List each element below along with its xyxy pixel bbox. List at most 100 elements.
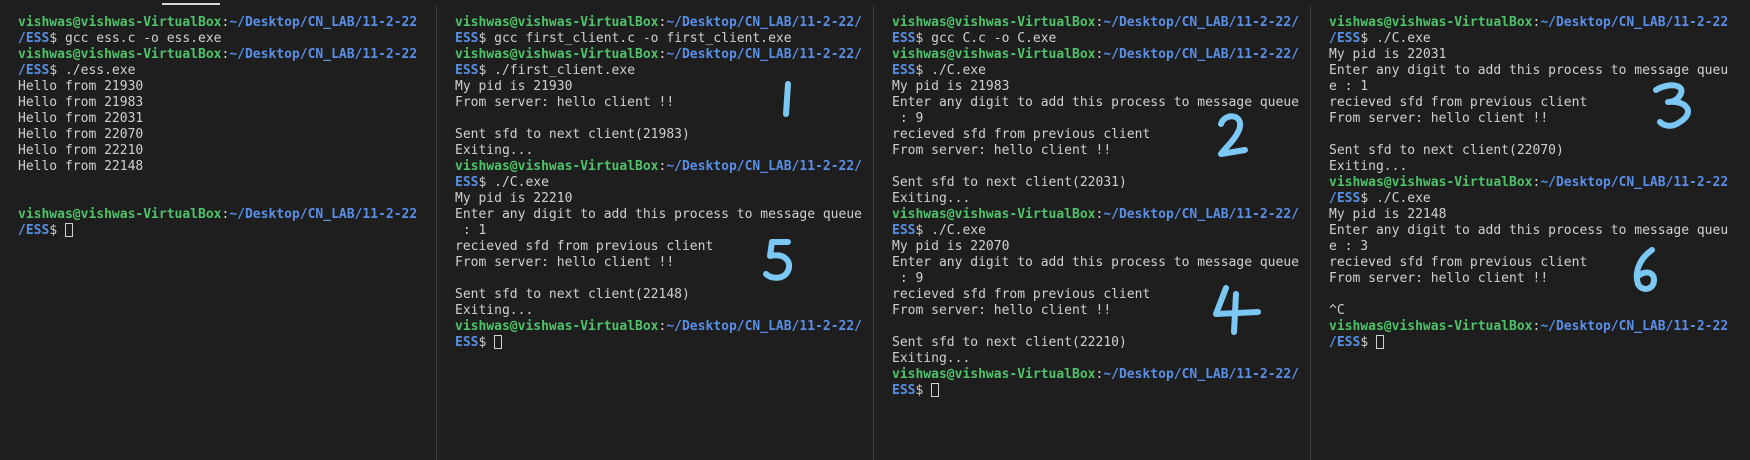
terminal-pane-client-2[interactable]: vishwas@vishwas-VirtualBox:~/Desktop/CN_… <box>874 5 1310 460</box>
command-text: $ ./C.exe <box>478 175 549 190</box>
output-text: Enter any digit to add this process to m… <box>1329 223 1729 238</box>
output-line: Sent sfd to next client(22148) <box>455 287 873 303</box>
output-text: Exiting... <box>455 143 534 158</box>
prompt-user: vishwas@vishwas-VirtualBox <box>455 47 659 62</box>
output-line: From server: hello client !! <box>455 95 873 111</box>
output-text: Sent sfd to next client(22148) <box>455 287 690 302</box>
command-text: $ <box>478 335 495 350</box>
output-text: Enter any digit to add this process to m… <box>455 207 862 222</box>
output-line: From server: hello client !! <box>455 255 873 271</box>
output-line: Exiting... <box>1329 159 1750 175</box>
prompt-path-continuation: ESS <box>892 223 916 238</box>
output-line: Exiting... <box>455 303 873 319</box>
terminal-cursor[interactable] <box>1375 335 1384 349</box>
command-line: ESS$ ./first_client.exe <box>455 63 873 79</box>
prompt-line: vishwas@vishwas-VirtualBox:~/Desktop/CN_… <box>1329 175 1750 191</box>
output-text: My pid is 22070 <box>892 239 1010 254</box>
terminal-cursor[interactable] <box>64 223 73 237</box>
terminal-pane-server[interactable]: vishwas@vishwas-VirtualBox:~/Desktop/CN_… <box>0 5 436 460</box>
terminal-cursor[interactable] <box>931 383 940 397</box>
command-text: $ gcc C.c -o C.exe <box>915 31 1057 46</box>
pane-divider[interactable] <box>873 5 874 460</box>
prompt-path: ~/Desktop/CN_LAB/11-2-22 <box>229 47 418 62</box>
output-text: Enter any digit to add this process to m… <box>892 95 1299 110</box>
prompt-path-continuation: ESS <box>892 31 916 46</box>
output-line: recieved sfd from previous client <box>455 239 873 255</box>
output-line: Hello from 21930 <box>18 79 436 95</box>
prompt-path-continuation: /ESS <box>1329 335 1361 350</box>
command-text: $ <box>915 383 932 398</box>
output-line: My pid is 22148 <box>1329 207 1750 223</box>
prompt-path: ~/Desktop/CN_LAB/11-2-22/ <box>1103 15 1299 30</box>
command-text: $ ./C.exe <box>1360 191 1431 206</box>
output-text: Sent sfd to next client(21983) <box>455 127 690 142</box>
prompt-line: vishwas@vishwas-VirtualBox:~/Desktop/CN_… <box>18 15 436 31</box>
prompt-path-continuation: ESS <box>455 63 479 78</box>
output-text: Sent sfd to next client(22070) <box>1329 143 1564 158</box>
command-line: ESS$ ./C.exe <box>892 223 1310 239</box>
output-line: Hello from 21983 <box>18 95 436 111</box>
output-text: Enter any digit to add this process to m… <box>1329 63 1729 78</box>
pane-divider[interactable] <box>1310 5 1311 460</box>
terminal-cursor[interactable] <box>494 335 503 349</box>
command-line: ESS$ gcc first_client.c -o first_client.… <box>455 31 873 47</box>
output-text: Exiting... <box>892 351 971 366</box>
prompt-path-continuation: /ESS <box>1329 31 1361 46</box>
output-text: From server: hello client !! <box>455 95 675 110</box>
output-text: Hello from 22210 <box>18 143 144 158</box>
prompt-path: ~/Desktop/CN_LAB/11-2-22 <box>229 15 418 30</box>
annotation-number-6 <box>1633 247 1657 292</box>
output-text: ^C <box>1329 303 1345 318</box>
output-text: Exiting... <box>892 191 971 206</box>
prompt-user: vishwas@vishwas-VirtualBox <box>1329 319 1533 334</box>
prompt-line: vishwas@vishwas-VirtualBox:~/Desktop/CN_… <box>1329 319 1750 335</box>
output-text: recieved sfd from previous client <box>1329 255 1588 270</box>
output-text: My pid is 22148 <box>1329 207 1447 222</box>
output-line: My pid is 22070 <box>892 239 1310 255</box>
pane-divider[interactable] <box>436 5 437 460</box>
terminal-pane-client-3[interactable]: vishwas@vishwas-VirtualBox:~/Desktop/CN_… <box>1311 5 1750 460</box>
output-text: recieved sfd from previous client <box>1329 95 1588 110</box>
prompt-path: ~/Desktop/CN_LAB/11-2-22 <box>1540 175 1729 190</box>
output-line: Sent sfd to next client(22031) <box>892 175 1310 191</box>
output-text: : 9 <box>892 271 924 286</box>
annotation-number-5 <box>763 239 793 281</box>
prompt-path-continuation: /ESS <box>18 31 50 46</box>
prompt-path-continuation: /ESS <box>1329 191 1361 206</box>
output-text: My pid is 22210 <box>455 191 573 206</box>
command-line: /ESS$ ./ess.exe <box>18 63 436 79</box>
output-line: Sent sfd to next client(21983) <box>455 127 873 143</box>
prompt-user: vishwas@vishwas-VirtualBox <box>1329 175 1533 190</box>
prompt-path: ~/Desktop/CN_LAB/11-2-22 <box>1540 319 1729 334</box>
command-line: /ESS$ <box>18 223 436 239</box>
terminal-pane-client-1[interactable]: vishwas@vishwas-VirtualBox:~/Desktop/CN_… <box>437 5 873 460</box>
output-text: Hello from 21983 <box>18 95 144 110</box>
prompt-path-continuation: ESS <box>892 63 916 78</box>
prompt-user: vishwas@vishwas-VirtualBox <box>18 47 222 62</box>
output-line: Sent sfd to next client(22210) <box>892 335 1310 351</box>
prompt-user: vishwas@vishwas-VirtualBox <box>892 47 1096 62</box>
command-line: /ESS$ ./C.exe <box>1329 31 1750 47</box>
prompt-line: vishwas@vishwas-VirtualBox:~/Desktop/CN_… <box>892 15 1310 31</box>
command-line: ESS$ ./C.exe <box>892 63 1310 79</box>
output-line: : 1 <box>455 223 873 239</box>
output-text: Sent sfd to next client(22031) <box>892 175 1127 190</box>
command-line: ESS$ gcc C.c -o C.exe <box>892 31 1310 47</box>
prompt-path: ~/Desktop/CN_LAB/11-2-22/ <box>666 15 862 30</box>
command-line: /ESS$ <box>1329 335 1750 351</box>
prompt-path: ~/Desktop/CN_LAB/11-2-22/ <box>666 159 862 174</box>
prompt-path-continuation: ESS <box>455 31 479 46</box>
output-text: Sent sfd to next client(22210) <box>892 335 1127 350</box>
output-line: Exiting... <box>892 351 1310 367</box>
prompt-path: ~/Desktop/CN_LAB/11-2-22/ <box>666 319 862 334</box>
output-line: Hello from 22210 <box>18 143 436 159</box>
prompt-line: vishwas@vishwas-VirtualBox:~/Desktop/CN_… <box>455 47 873 63</box>
output-text: My pid is 21983 <box>892 79 1010 94</box>
prompt-line: vishwas@vishwas-VirtualBox:~/Desktop/CN_… <box>455 319 873 335</box>
command-text: $ ./ess.exe <box>49 63 136 78</box>
output-text: From server: hello client !! <box>1329 271 1549 286</box>
prompt-line: vishwas@vishwas-VirtualBox:~/Desktop/CN_… <box>455 15 873 31</box>
prompt-user: vishwas@vishwas-VirtualBox <box>892 207 1096 222</box>
command-text: $ <box>1360 335 1376 350</box>
